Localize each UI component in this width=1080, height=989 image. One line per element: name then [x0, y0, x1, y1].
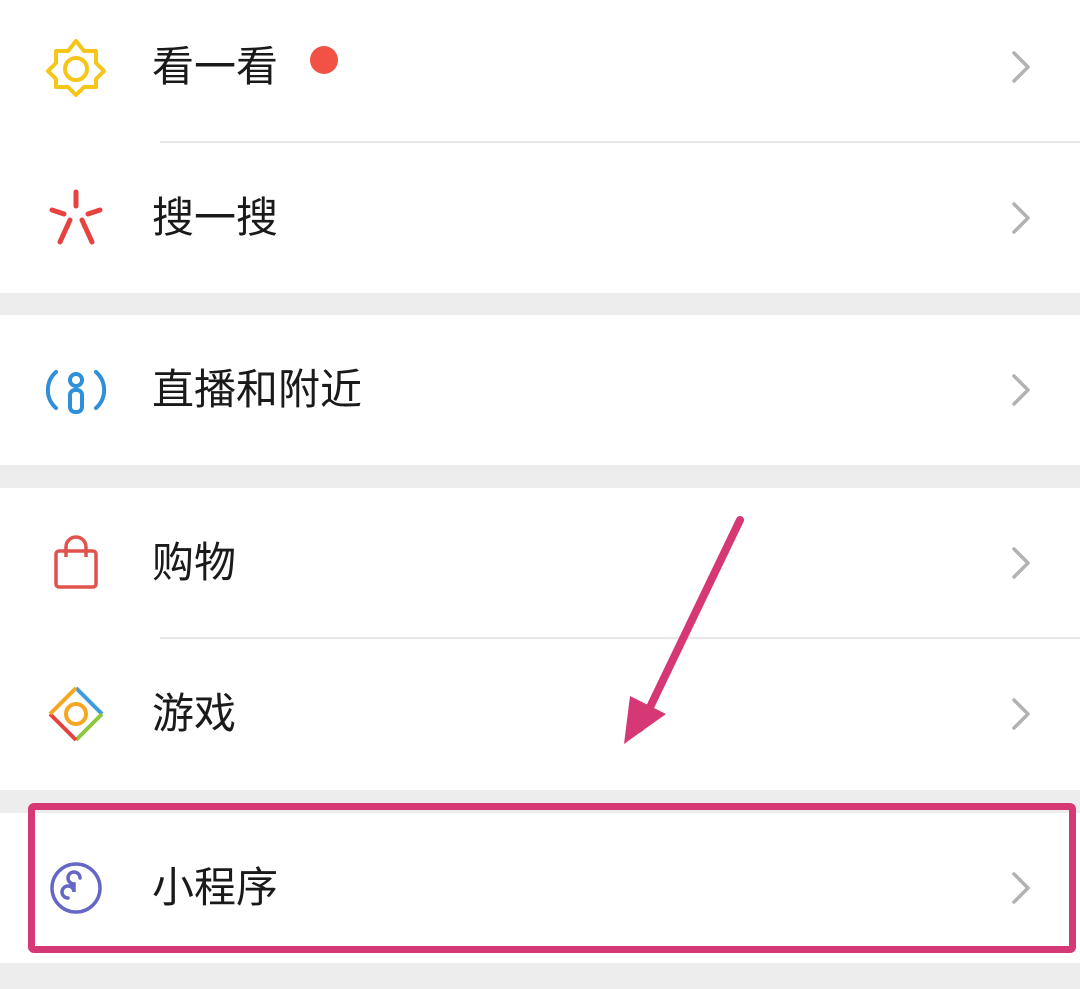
menu-group-3: 购物 游戏 — [0, 488, 1080, 790]
chevron-right-icon — [1006, 545, 1034, 581]
menu-group-2: 直播和附近 — [0, 315, 1080, 465]
discover-menu: 看一看 搜一搜 直播和附近 购物 游戏 小程序 — [0, 0, 1080, 989]
notification-dot — [310, 46, 338, 74]
menu-group-1: 看一看 搜一搜 — [0, 0, 1080, 293]
annotation-arrow-icon — [624, 516, 744, 744]
annotation-highlight-box — [28, 803, 1076, 953]
menu-item-games[interactable]: 游戏 — [0, 639, 1080, 789]
menu-item-label: 游戏 — [152, 689, 237, 738]
chevron-right-icon — [1006, 49, 1034, 85]
menu-item-label: 购物 — [152, 538, 237, 587]
chevron-right-icon — [1006, 696, 1034, 732]
menu-item-souyisou[interactable]: 搜一搜 — [0, 143, 1080, 293]
menu-item-shopping[interactable]: 购物 — [0, 488, 1080, 638]
menu-item-label: 搜一搜 — [152, 193, 279, 242]
chevron-right-icon — [1006, 372, 1034, 408]
star-flower-icon — [44, 35, 108, 99]
menu-item-kanyikan[interactable]: 看一看 — [0, 0, 1080, 142]
menu-item-label: 直播和附近 — [152, 365, 363, 414]
chevron-right-icon — [1006, 200, 1034, 236]
live-nearby-icon — [44, 358, 108, 422]
game-diamond-icon — [44, 682, 108, 746]
menu-item-label: 看一看 — [152, 42, 279, 91]
menu-item-live-nearby[interactable]: 直播和附近 — [0, 315, 1080, 465]
shopping-bag-icon — [44, 531, 108, 595]
search-sparkle-icon — [44, 186, 108, 250]
